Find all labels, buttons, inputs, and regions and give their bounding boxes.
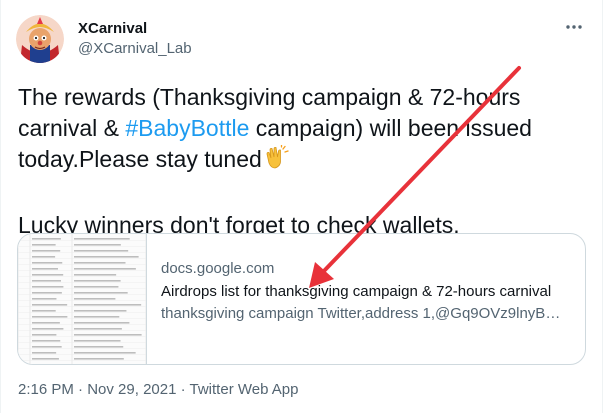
more-horizontal-icon xyxy=(566,25,582,29)
author-info[interactable]: XCarnival @XCarnival_Lab xyxy=(78,20,192,59)
card-body: docs.google.com Airdrops list for thanks… xyxy=(161,259,571,324)
meta-separator: · xyxy=(176,381,190,398)
tweet-metadata: 2:16 PM · Nov 29, 2021 · Twitter Web App xyxy=(18,380,298,400)
spreadsheet-thumbnail xyxy=(18,234,147,364)
more-options-button[interactable] xyxy=(564,20,584,32)
author-handle[interactable]: @XCarnival_Lab xyxy=(78,39,192,59)
author-display-name[interactable]: XCarnival xyxy=(78,20,192,38)
tweet-date[interactable]: Nov 29, 2021 xyxy=(87,381,176,398)
tweet-paragraph-1: The rewards (Thanksgiving campaign & 72-… xyxy=(18,82,578,179)
card-description: thanksgiving campaign Twitter,address 1,… xyxy=(161,305,566,322)
hashtag-link[interactable]: #BabyBottle xyxy=(125,115,249,141)
avatar[interactable] xyxy=(16,15,64,63)
link-preview-card[interactable]: docs.google.com Airdrops list for thanks… xyxy=(17,233,586,365)
carnival-character-avatar xyxy=(16,15,64,63)
tweet-source[interactable]: Twitter Web App xyxy=(190,381,299,398)
tweet-text: The rewards (Thanksgiving campaign & 72-… xyxy=(18,82,578,241)
clapping-hands-icon xyxy=(263,144,289,179)
tweet-container: XCarnival @XCarnival_Lab The rewards (Th… xyxy=(0,0,603,413)
tweet-time[interactable]: 2:16 PM xyxy=(18,381,74,398)
card-title[interactable]: Airdrops list for thanksgiving campaign … xyxy=(161,282,571,302)
meta-separator: · xyxy=(73,381,88,398)
card-domain: docs.google.com xyxy=(161,260,275,277)
